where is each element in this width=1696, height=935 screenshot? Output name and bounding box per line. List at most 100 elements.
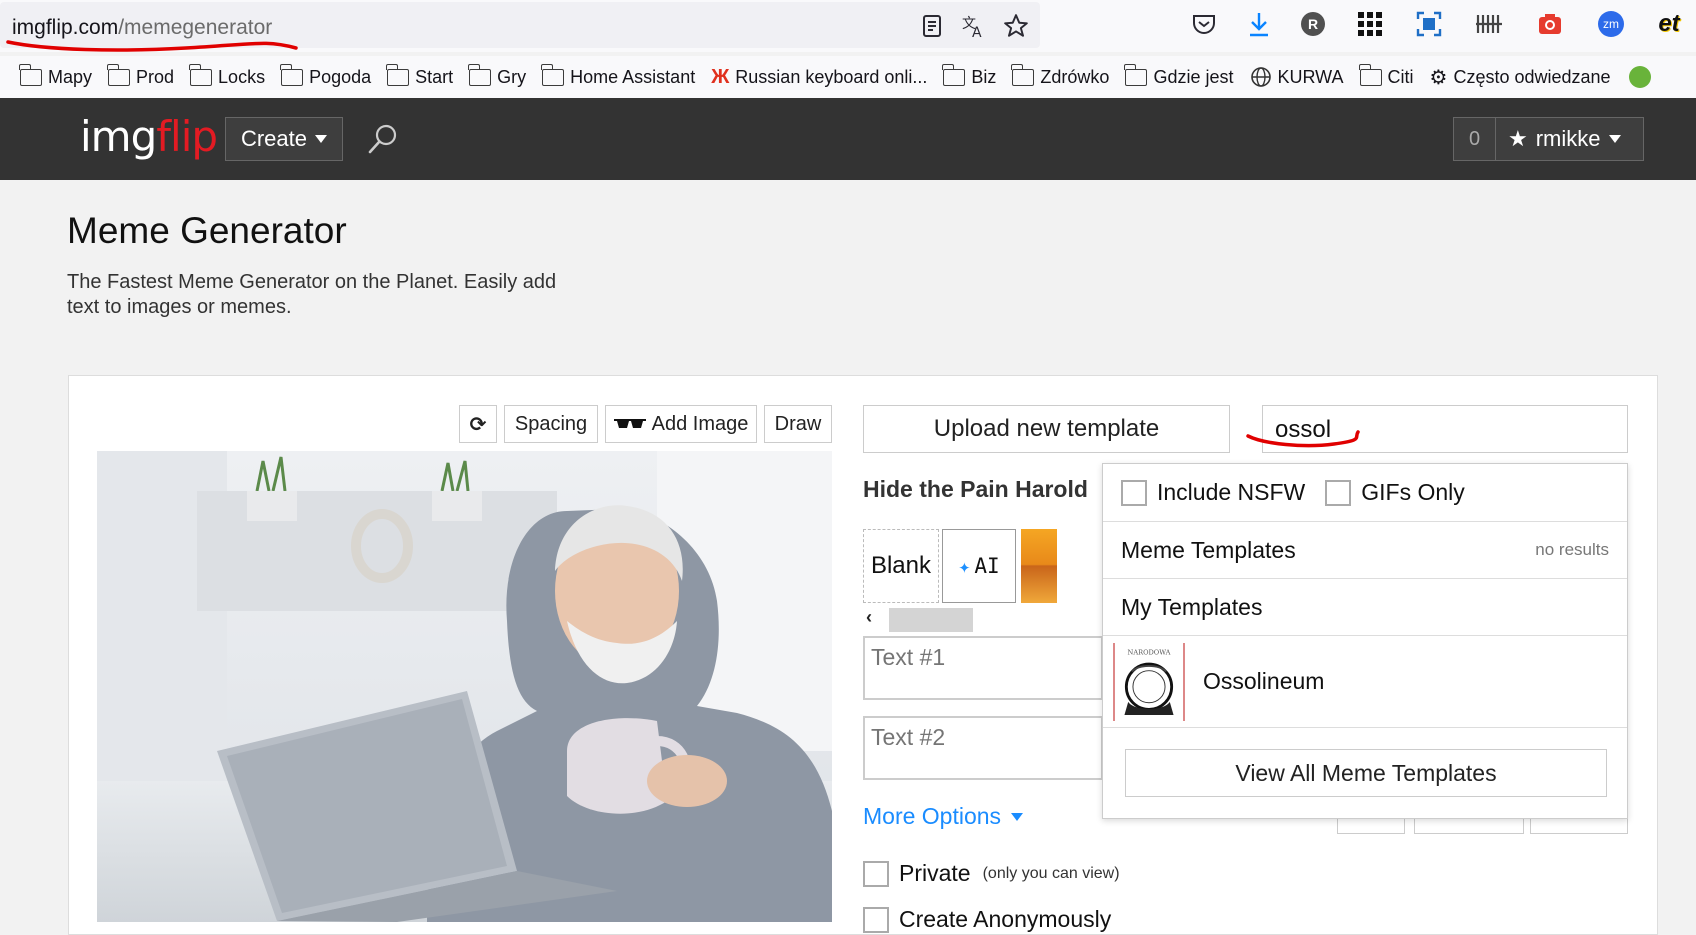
spacing-button[interactable]: Spacing (504, 405, 598, 443)
text-2-input[interactable]: Text #2 (863, 716, 1103, 780)
globe-icon (1250, 67, 1271, 87)
create-menu-button[interactable]: Create (225, 117, 343, 161)
text-1-input[interactable]: Text #1 (863, 636, 1103, 700)
browser-toolbar: imgflip.com/memegenerator 文A R zm et (0, 0, 1696, 52)
site-header: imgflip Create 0 ★ rmikke (0, 98, 1696, 180)
bookmark-locks[interactable]: Locks (189, 63, 266, 88)
bookmark-russian-keyboard[interactable]: Ж Russian keyboard onli... (711, 66, 927, 89)
draw-button[interactable]: Draw (764, 405, 832, 443)
username-button[interactable]: ★ rmikke (1496, 126, 1621, 152)
meme-templates-heading: Meme Templates (1121, 536, 1296, 563)
bookmark-label: Start (415, 66, 454, 87)
bookmark-label: Locks (218, 66, 266, 87)
current-template-name: Hide the Pain Harold (863, 476, 1088, 502)
bookmark-citi[interactable]: Citi (1358, 63, 1414, 88)
gifs-checkbox[interactable] (1325, 479, 1352, 506)
page-subtitle: The Fastest Meme Generator on the Planet… (67, 271, 557, 318)
bookmark-label: Biz (971, 66, 997, 87)
url-bar[interactable]: imgflip.com/memegenerator 文A (0, 2, 1040, 52)
bookmark-prod[interactable]: Prod (107, 63, 174, 88)
user-menu[interactable]: 0 ★ rmikke (1453, 117, 1644, 161)
bookmark-label: Citi (1387, 66, 1414, 87)
bookmark-biz[interactable]: Biz (942, 63, 997, 88)
imgflip-logo[interactable]: imgflip (80, 112, 218, 161)
bookmark-label: Często odwiedzane (1453, 66, 1611, 87)
russian-zh-icon: Ж (711, 65, 730, 88)
pocket-icon[interactable] (1188, 8, 1220, 40)
bookmark-zdrowko[interactable]: Zdrówko (1011, 63, 1109, 88)
search-result-ossolineum[interactable]: NARODOWA Ossolineum (1103, 636, 1627, 728)
nsfw-label: Include NSFW (1157, 479, 1306, 505)
blank-template-button[interactable]: Blank (863, 529, 939, 603)
notification-count[interactable]: 0 (1454, 118, 1496, 160)
private-option[interactable]: Private (only you can view) (863, 860, 1120, 887)
download-icon[interactable] (1243, 8, 1275, 40)
bookmark-star-icon[interactable] (1000, 10, 1032, 42)
template-scrollbar-thumb[interactable] (889, 608, 973, 632)
bookmark-overflow-edge (0, 64, 4, 90)
result-name: Ossolineum (1203, 668, 1325, 694)
sparkle-icon: ✦ (958, 554, 971, 578)
bookmark-label: Gdzie jest (1153, 66, 1234, 87)
extension-barcode-icon[interactable] (1473, 8, 1505, 40)
search-icon[interactable] (366, 122, 400, 156)
private-checkbox[interactable] (863, 860, 889, 887)
bookmark-label: Pogoda (309, 66, 372, 87)
profile-r-icon[interactable]: R (1297, 8, 1329, 40)
view-all-templates-button[interactable]: View All Meme Templates (1125, 749, 1607, 797)
meme-templates-section: Meme Templates no results (1103, 522, 1627, 579)
folder-icon (189, 63, 213, 86)
add-image-button[interactable]: Add Image (605, 405, 757, 443)
bookmark-mapy[interactable]: Mapy (19, 63, 93, 88)
camera-icon[interactable] (1534, 8, 1566, 40)
chevron-down-icon (315, 135, 328, 143)
ossolineum-thumbnail: NARODOWA (1113, 642, 1185, 721)
chevron-left-icon[interactable]: ‹ (866, 607, 872, 628)
logo-flip-part: flip (156, 112, 218, 161)
meme-image[interactable] (97, 451, 832, 922)
anonymous-label: Create Anonymously (899, 906, 1112, 932)
extension-et-icon[interactable]: et (1653, 8, 1685, 40)
screenshot-icon[interactable] (1413, 8, 1445, 40)
url-path: /memegenerator (118, 16, 273, 39)
reader-view-icon[interactable] (916, 10, 948, 42)
blank-label: Blank (870, 552, 932, 579)
anonymous-checkbox[interactable] (863, 906, 889, 933)
anonymous-option[interactable]: Create Anonymously (863, 906, 1111, 933)
apps-grid-icon[interactable] (1354, 8, 1386, 40)
nsfw-checkbox[interactable] (1121, 479, 1147, 506)
rotate-button[interactable]: ⟳ (459, 405, 497, 443)
bookmark-kurwa[interactable]: KURWA (1250, 66, 1344, 88)
bookmark-label: Home Assistant (570, 66, 696, 87)
bookmark-label: Mapy (48, 66, 93, 87)
bookmark-gry[interactable]: Gry (468, 63, 526, 88)
folder-icon (280, 63, 304, 86)
draw-label: Draw (774, 412, 822, 435)
template-thumbnail[interactable] (1021, 529, 1057, 603)
gifs-label: GIFs Only (1361, 479, 1465, 505)
chevron-down-icon (1608, 135, 1621, 143)
bookmark-start[interactable]: Start (386, 63, 454, 88)
private-label: Private (899, 860, 971, 886)
nsfw-filter[interactable]: Include NSFW (1121, 479, 1305, 506)
zoom-badge: zm (1598, 11, 1624, 37)
create-label: Create (240, 126, 308, 151)
folder-icon (1124, 63, 1148, 86)
bookmark-pogoda[interactable]: Pogoda (280, 63, 372, 88)
red-annotation-underline (1246, 430, 1360, 448)
more-options-link[interactable]: More Options (863, 803, 1024, 830)
url-text[interactable]: imgflip.com/memegenerator (12, 16, 272, 40)
rotate-icon: ⟳ (469, 413, 487, 436)
extension-green-icon[interactable] (1628, 66, 1651, 88)
text-2-placeholder: Text #2 (871, 724, 946, 750)
bookmark-czesto-odwiedzane[interactable]: ⚙ Często odwiedzane (1430, 65, 1611, 90)
zoom-icon[interactable]: zm (1595, 8, 1627, 40)
upload-template-button[interactable]: Upload new template (863, 405, 1230, 453)
folder-icon (541, 63, 565, 86)
my-templates-heading: My Templates (1121, 593, 1263, 620)
translate-icon[interactable]: 文A (958, 10, 990, 42)
gifs-filter[interactable]: GIFs Only (1325, 479, 1465, 506)
ai-template-button[interactable]: ✦ AI (942, 529, 1016, 603)
bookmark-home-assistant[interactable]: Home Assistant (541, 63, 696, 88)
bookmark-gdzie-jest[interactable]: Gdzie jest (1124, 63, 1234, 88)
